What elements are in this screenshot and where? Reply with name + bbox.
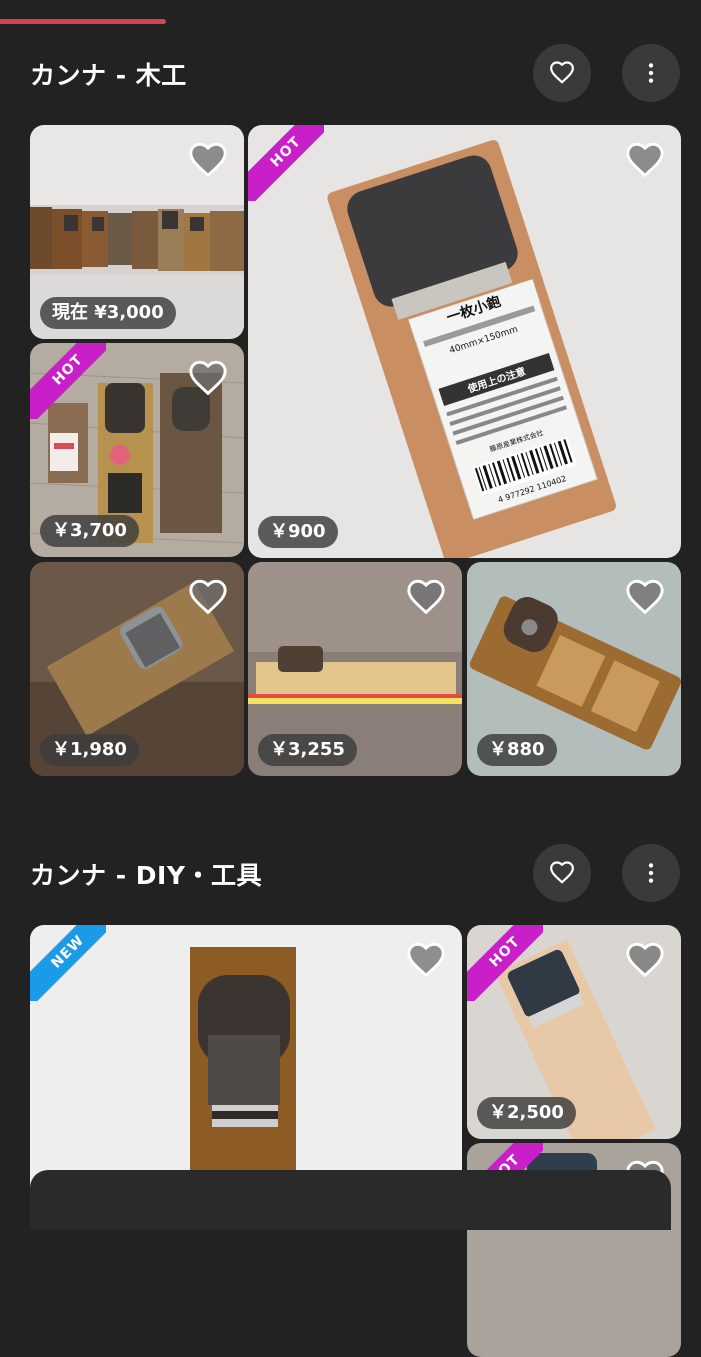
item-card-featured[interactable]: 一枚小鉋 40mm×150mm 使用上の注意 藤原産業株式会社 4 977292… [248,125,681,558]
more-vertical-icon [648,863,654,883]
heart-filled-icon[interactable] [406,941,446,977]
price-label: ￥3,255 [258,734,357,766]
item-card[interactable]: ￥3,255 [248,562,462,776]
item-card-featured[interactable]: NEW [30,925,462,1200]
heart-filled-icon[interactable] [188,359,228,395]
new-badge: NEW [30,925,106,1001]
item-card[interactable]: HOT ￥3,700 [30,343,244,557]
item-card[interactable]: HOT ￥2,500 [467,925,681,1139]
price-label: ￥900 [258,516,338,548]
hot-badge: HOT [467,925,543,1001]
heart-filled-icon[interactable] [406,578,446,614]
heart-filled-icon[interactable] [625,941,665,977]
price-label: ￥2,500 [477,1097,576,1129]
more-options-button[interactable] [622,44,680,102]
hot-badge: HOT [248,125,324,201]
price-label: 現在 ¥3,000 [40,297,176,329]
heart-filled-icon[interactable] [188,141,228,177]
favorite-section-button[interactable] [533,844,591,902]
active-tab-indicator [0,19,166,24]
item-card[interactable]: ￥1,980 [30,562,244,776]
more-options-button[interactable] [622,844,680,902]
item-card[interactable]: 現在 ¥3,000 [30,125,244,339]
heart-outline-icon [550,861,574,884]
hot-badge: HOT [30,343,106,419]
price-label: ￥1,980 [40,734,139,766]
heart-filled-icon[interactable] [188,578,228,614]
more-vertical-icon [648,63,654,83]
price-label: ￥880 [477,734,557,766]
heart-outline-icon [550,61,574,84]
bottom-sheet-handle[interactable] [30,1170,671,1230]
heart-filled-icon[interactable] [625,141,665,177]
heart-filled-icon[interactable] [625,578,665,614]
price-label: ￥3,700 [40,515,139,547]
item-card[interactable]: ￥880 [467,562,681,776]
favorite-section-button[interactable] [533,44,591,102]
